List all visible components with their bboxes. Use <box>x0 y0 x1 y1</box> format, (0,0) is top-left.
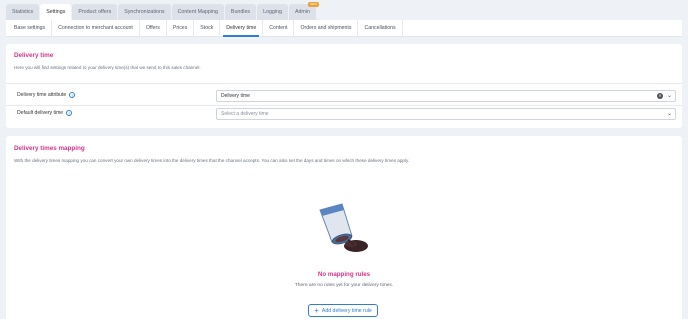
tab-content-mapping[interactable]: Content Mapping <box>171 4 224 20</box>
tab-label: Product offers <box>78 9 112 15</box>
section-title: Delivery time <box>14 52 54 59</box>
delivery-mapping-card: Delivery times mapping With the delivery… <box>6 136 682 319</box>
subtab-base-settings[interactable]: Base settings <box>8 19 53 37</box>
tab-label: Bundles <box>230 9 251 15</box>
section-description: With the delivery times mapping you can … <box>14 158 410 163</box>
tab-label: Content Mapping <box>177 9 218 15</box>
divider <box>6 105 682 106</box>
subtab-delivery-time[interactable]: Delivery time <box>220 19 264 37</box>
tab-label: Synchronizations <box>124 9 165 15</box>
spilled-cup-illustration <box>319 203 368 252</box>
tab-product-offers[interactable]: Product offers <box>72 4 118 20</box>
clear-icon[interactable]: ✕ <box>657 93 663 99</box>
tab-label: Settings <box>46 9 66 15</box>
chevron-down-icon[interactable]: ⌄ <box>667 110 672 118</box>
tab-label: Logging <box>263 9 282 15</box>
tab-synchronizations[interactable]: Synchronizations <box>118 4 171 20</box>
attribute-label: Delivery time attribute <box>17 92 67 98</box>
empty-state-description: There are no rules yet for your delivery… <box>294 283 394 288</box>
chevron-down-icon[interactable]: ⌄ <box>667 92 672 100</box>
tab-bundles[interactable]: Bundles <box>224 4 257 20</box>
subtab-stock[interactable]: Stock <box>194 19 221 37</box>
tab-label: Statistics <box>12 9 34 15</box>
help-icon[interactable]: ? <box>69 92 76 98</box>
tab-logging[interactable]: Logging <box>257 4 288 20</box>
tab-settings[interactable]: Settings <box>40 4 72 21</box>
field-label: Default delivery time ? <box>17 110 73 116</box>
subtab-cancellations[interactable]: Cancellations <box>358 19 403 37</box>
tab-statistics[interactable]: Statistics <box>6 4 40 20</box>
tab-label: Admin <box>294 9 310 15</box>
select-value: Delivery time <box>221 93 250 99</box>
add-delivery-time-rule-button[interactable]: + Add delivery time rule <box>308 304 378 317</box>
field-label: Delivery time attribute ? <box>17 92 76 98</box>
subtab-offers[interactable]: Offers <box>140 19 167 37</box>
new-badge: NEW <box>307 2 319 7</box>
default-label: Default delivery time <box>17 110 64 116</box>
main-tabs: Statistics Settings Product offers Synch… <box>6 2 319 21</box>
section-title: Delivery times mapping <box>14 145 85 152</box>
delivery-time-attribute-select[interactable]: Delivery time ✕ ⌄ <box>216 90 676 102</box>
subtab-orders-shipments[interactable]: Orders and shipments <box>294 19 359 37</box>
subtab-prices[interactable]: Prices <box>167 19 195 37</box>
divider <box>6 83 682 84</box>
button-label: Add delivery time rule <box>321 307 372 314</box>
help-icon[interactable]: ? <box>66 110 73 116</box>
select-placeholder: Select a delivery time <box>221 111 269 117</box>
default-delivery-time-select[interactable]: Select a delivery time ⌄ <box>216 108 676 120</box>
section-description: Here you will find settings related to y… <box>14 65 201 70</box>
settings-subtabs: Base settings Connection to merchant acc… <box>6 19 682 37</box>
subtab-connection[interactable]: Connection to merchant account <box>52 19 140 37</box>
tab-admin[interactable]: Admin NEW <box>288 2 319 20</box>
plus-icon: + <box>314 305 319 315</box>
delivery-time-card: Delivery time Here you will find setting… <box>6 44 682 128</box>
empty-state-title: No mapping rules <box>317 271 371 278</box>
subtab-content[interactable]: Content <box>263 19 295 37</box>
